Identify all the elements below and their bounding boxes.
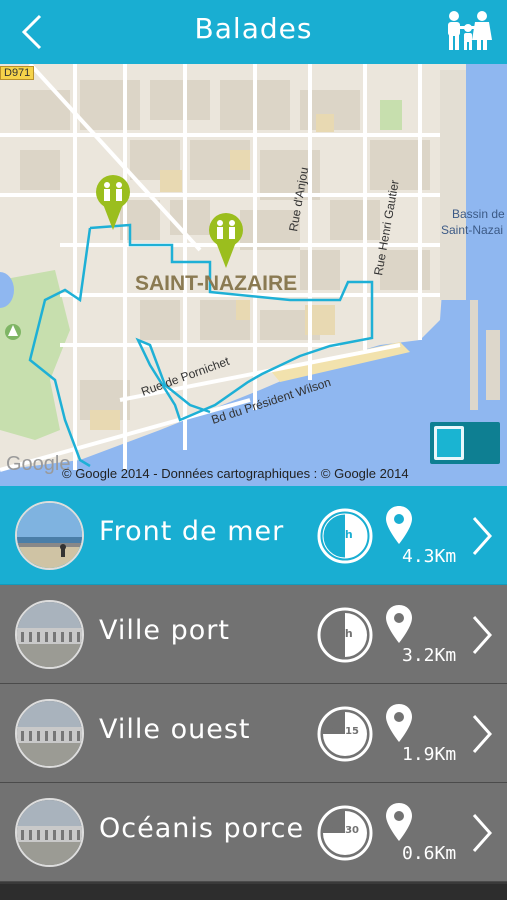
- map-copyright: © Google 2014 - Données cartographiques …: [62, 466, 409, 481]
- walk-row-ville-port[interactable]: Ville port 1h 3.2Km: [0, 585, 507, 684]
- water-label-1: Bassin de: [452, 207, 505, 221]
- walk-name: Ville port: [99, 615, 230, 646]
- family-button[interactable]: [443, 10, 493, 54]
- chevron-right-icon[interactable]: [468, 811, 496, 855]
- walk-name: Océanis porce: [99, 813, 305, 844]
- walk-name: Front de mer: [99, 516, 285, 547]
- map-toggle[interactable]: [430, 422, 500, 464]
- google-logo: Google: [6, 453, 71, 475]
- map-pin-icon: [386, 803, 412, 841]
- distance-label: 0.6Km: [402, 843, 457, 864]
- walk-thumbnail: [15, 798, 84, 867]
- chevron-right-icon[interactable]: [468, 712, 496, 756]
- walk-row-front-de-mer[interactable]: Front de mer 1h 4.3Km: [0, 486, 507, 585]
- duration-label: 1h30: [331, 825, 359, 836]
- family-icon: [448, 11, 492, 50]
- map-view[interactable]: SAINT-NAZAIRE Rue d'Anjou Rue Henri Gaut…: [0, 64, 507, 486]
- bottom-bar: [0, 884, 507, 900]
- duration-label: 1h: [337, 627, 353, 640]
- app-header: Balades: [0, 0, 507, 64]
- distance-label: 3.2Km: [402, 645, 457, 666]
- walk-row-ville-ouest[interactable]: Ville ouest 1h15 1.9Km: [0, 684, 507, 783]
- page-title: Balades: [194, 12, 313, 45]
- distance-label: 1.9Km: [402, 744, 457, 765]
- map-pin-icon: [386, 605, 412, 643]
- city-label: SAINT-NAZAIRE: [135, 272, 297, 295]
- walk-thumbnail: [15, 699, 84, 768]
- walk-list: Front de mer 1h 4.3Km Ville port 1h 3.2K…: [0, 486, 507, 882]
- water-label-2: Saint-Nazai: [441, 223, 503, 237]
- walk-name: Ville ouest: [99, 714, 251, 745]
- map-pin-icon: [386, 704, 412, 742]
- duration-label: 1h: [337, 528, 353, 541]
- road-tag: D971: [0, 66, 35, 80]
- toggle-knob: [434, 426, 464, 460]
- chevron-right-icon[interactable]: [468, 613, 496, 657]
- duration-label: 1h15: [331, 726, 359, 737]
- chevron-right-icon[interactable]: [468, 514, 496, 558]
- walk-thumbnail: [15, 600, 84, 669]
- map-pin-icon: [386, 506, 412, 544]
- distance-label: 4.3Km: [402, 546, 457, 567]
- walk-thumbnail: [15, 501, 84, 570]
- walk-row-oceanis-porce[interactable]: Océanis porce 1h30 0.6Km: [0, 783, 507, 882]
